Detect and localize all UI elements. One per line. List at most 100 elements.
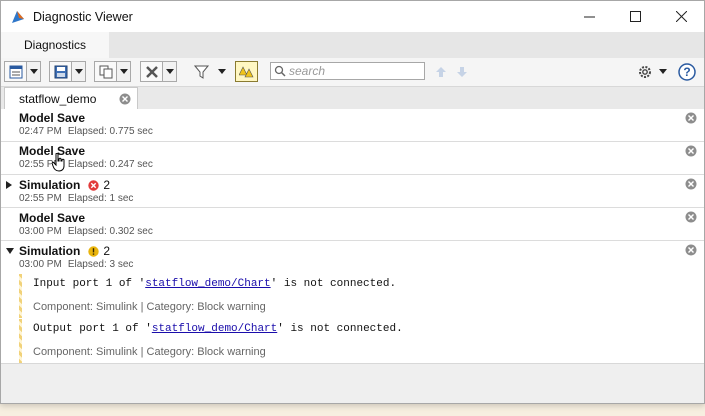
search-box: [270, 62, 425, 80]
title-bar: Diagnostic Viewer: [1, 1, 704, 32]
entry-meta: 02:47 PM Elapsed: 0.775 sec: [19, 126, 153, 137]
entry-title: Model Save: [19, 211, 86, 225]
diagnostic-message: Input port 1 of 'statflow_demo/Chart' is…: [33, 278, 396, 290]
entry-meta: 03:00 PM Elapsed: 0.302 sec: [19, 226, 153, 237]
entry-meta: 03:00 PM Elapsed: 3 sec: [19, 259, 133, 270]
message-text: ' is not connected.: [270, 278, 397, 290]
caret-down-icon: [218, 69, 226, 74]
clear-group: [140, 61, 177, 82]
entry-time: 02:55 PM: [19, 193, 62, 204]
entry-elapsed: Elapsed: 3 sec: [67, 259, 134, 270]
model-tab-label: statflow_demo: [19, 91, 97, 106]
arrow-down-icon: [457, 66, 467, 77]
help-button[interactable]: ?: [678, 61, 696, 82]
diagnostic-meta: Component: Simulink | Category: Block wa…: [33, 301, 266, 313]
clear-dropdown[interactable]: [163, 61, 177, 82]
caret-down-icon: [74, 69, 83, 74]
save-group: [49, 61, 86, 82]
filter-button[interactable]: [194, 61, 226, 82]
diagnostic-meta: Component: Simulink | Category: Block wa…: [33, 346, 266, 358]
entry-elapsed: Elapsed: 0.302 sec: [67, 226, 153, 237]
list-item[interactable]: Model Save 03:00 PM Elapsed: 0.302 sec: [1, 208, 704, 241]
maximize-button[interactable]: [612, 1, 658, 32]
view-options-group: [4, 61, 41, 82]
group-warnings-icon: [238, 65, 253, 77]
copy-icon: [99, 65, 112, 78]
copy-group: [94, 61, 131, 82]
search-input[interactable]: [286, 64, 419, 78]
close-tab-icon[interactable]: [119, 93, 131, 105]
empty-area: [1, 363, 704, 403]
tab-statflow-demo[interactable]: statflow_demo: [4, 87, 138, 109]
error-icon: [88, 180, 100, 191]
list-item[interactable]: Model Save 02:47 PM Elapsed: 0.775 sec: [1, 109, 704, 142]
clear-entry-icon[interactable]: [685, 178, 697, 190]
diagnostics-list: Model Save 02:47 PM Elapsed: 0.775 sec Mo…: [1, 109, 704, 363]
list-item-expanded[interactable]: Simulation 2 03:00 PM Elapsed: 3 sec Input…: [1, 241, 704, 363]
toolstrip-tabs: Diagnostics: [1, 32, 704, 58]
report-icon: [9, 65, 22, 78]
entry-title: Simulation 2: [19, 178, 110, 192]
entry-elapsed: Elapsed: 0.247 sec: [67, 159, 153, 170]
svg-text:?: ?: [683, 65, 690, 79]
caret-down-icon: [659, 69, 667, 74]
entry-title: Model Save: [19, 111, 86, 125]
caret-down-icon: [119, 69, 128, 74]
block-link[interactable]: statflow_demo/Chart: [152, 323, 277, 335]
clear-entry-icon[interactable]: [685, 145, 697, 157]
list-item[interactable]: Simulation 2 02:55 PM Elapsed: 1 sec: [1, 175, 704, 208]
toolbar: ?: [1, 58, 704, 87]
clear-entry-icon[interactable]: [685, 244, 697, 256]
clear-entry-icon[interactable]: [685, 211, 697, 223]
group-messages-toggle[interactable]: [235, 61, 258, 82]
tab-diagnostics[interactable]: Diagnostics: [1, 32, 109, 58]
entry-time: 02:47 PM: [19, 126, 62, 137]
entry-meta: 02:55 PM Elapsed: 1 sec: [19, 193, 133, 204]
copy-button[interactable]: [94, 61, 117, 82]
diagnostic-viewer-window: Diagnostic Viewer Diagnostics search ? s…: [0, 0, 705, 404]
entry-time: 03:00 PM: [19, 259, 62, 270]
previous-result-button[interactable]: [435, 61, 447, 82]
warning-icon: [88, 246, 100, 257]
entry-elapsed: Elapsed: 0.775 sec: [67, 126, 153, 137]
expand-arrow-icon[interactable]: [6, 181, 12, 189]
gear-icon: [639, 65, 651, 78]
message-text: ' is not connected.: [277, 323, 403, 335]
model-tabs: statflow_demo: [1, 87, 704, 110]
arrow-up-icon: [436, 66, 446, 77]
window-title: Diagnostic Viewer: [33, 9, 133, 24]
clear-button[interactable]: [140, 61, 163, 82]
entry-time: 03:00 PM: [19, 226, 62, 237]
block-link[interactable]: statflow_demo/Chart: [145, 278, 270, 290]
save-dropdown[interactable]: [72, 61, 86, 82]
save-icon: [54, 65, 67, 78]
warning-stripe: [19, 274, 22, 318]
clear-entry-icon[interactable]: [685, 112, 697, 124]
save-button[interactable]: [49, 61, 72, 82]
message-text: Input port 1 of ': [33, 278, 146, 290]
hand-cursor-icon: [52, 153, 65, 172]
minimize-button[interactable]: [566, 1, 612, 32]
close-button[interactable]: [658, 1, 704, 32]
diagnostic-message: Output port 1 of 'statflow_demo/Chart' i…: [33, 323, 403, 335]
view-options-dropdown[interactable]: [27, 61, 41, 82]
delete-icon: [145, 65, 158, 78]
collapse-arrow-icon[interactable]: [6, 248, 14, 254]
entry-title: Simulation 2: [19, 244, 110, 258]
entry-elapsed: Elapsed: 1 sec: [67, 193, 134, 204]
list-item[interactable]: Model Save 02:55 PM Elapsed: 0.247 sec: [1, 142, 704, 175]
caret-down-icon: [29, 69, 38, 74]
copy-dropdown[interactable]: [117, 61, 131, 82]
settings-button[interactable]: [637, 61, 667, 82]
caret-down-icon: [165, 69, 174, 74]
next-result-button[interactable]: [456, 61, 468, 82]
filter-icon: [194, 65, 210, 79]
help-icon: ?: [678, 62, 696, 81]
search-icon: [274, 65, 286, 77]
entry-meta: 02:55 PM Elapsed: 0.247 sec: [19, 159, 153, 170]
entry-title-text: Simulation: [19, 178, 81, 192]
entry-title-text: Simulation: [19, 244, 81, 258]
message-text: Output port 1 of ': [33, 323, 152, 335]
view-options-button[interactable]: [4, 61, 27, 82]
matlab-app-icon: [10, 9, 26, 25]
